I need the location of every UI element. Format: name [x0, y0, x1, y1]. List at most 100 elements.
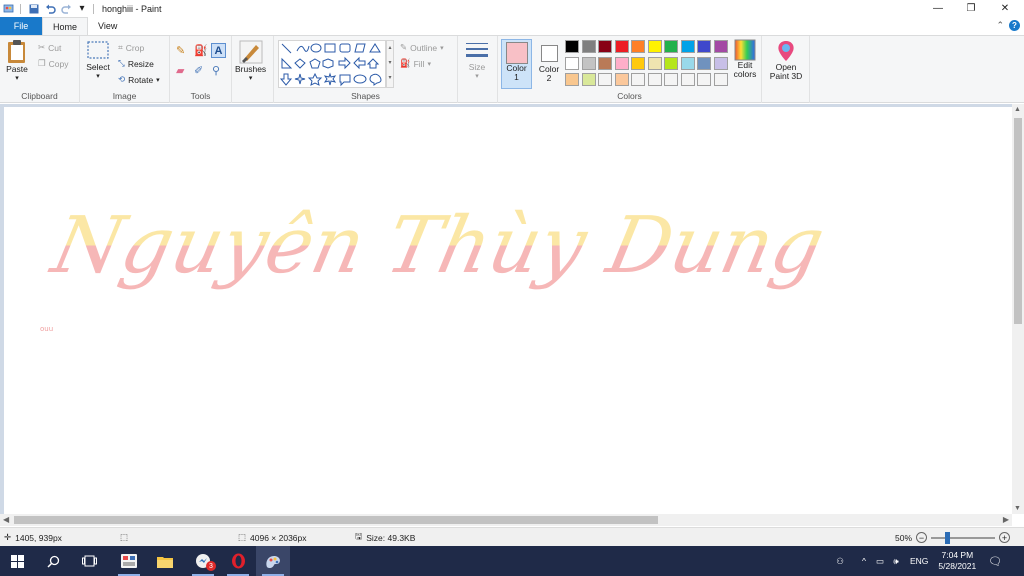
palette-swatch[interactable]: [647, 56, 662, 70]
fill-button[interactable]: ⛽ Fill ▾: [400, 58, 431, 69]
cut-button[interactable]: ✂ Cut: [38, 42, 61, 53]
paint-app-icon[interactable]: [2, 3, 16, 15]
scissors-icon: ✂: [38, 42, 46, 52]
text-tool-icon[interactable]: A: [211, 43, 226, 58]
palette-swatch[interactable]: [697, 73, 711, 86]
zoom-out-icon[interactable]: −: [916, 532, 928, 543]
horizontal-scroll-thumb[interactable]: [14, 516, 658, 524]
tab-file[interactable]: File: [0, 17, 42, 35]
chevron-up-icon[interactable]: ^: [856, 556, 872, 566]
color1-button[interactable]: Color 1: [501, 39, 532, 89]
palette-swatch[interactable]: [614, 56, 629, 70]
quick-access-dropdown-icon[interactable]: ▾: [75, 3, 89, 15]
rotate-button[interactable]: ⟲ Rotate ▾: [118, 74, 160, 85]
redo-icon[interactable]: [59, 3, 73, 15]
minimize-button[interactable]: —: [921, 0, 955, 17]
maximize-button[interactable]: ❐: [954, 0, 988, 17]
edit-colors-button[interactable]: Edit colors: [731, 39, 759, 79]
tab-view[interactable]: View: [88, 17, 127, 35]
zoom-slider-thumb[interactable]: [945, 531, 951, 544]
taskbar-paint[interactable]: [256, 546, 290, 576]
zoom-in-icon[interactable]: +: [999, 532, 1011, 543]
palette-swatch[interactable]: [565, 56, 579, 70]
palette-swatch[interactable]: [647, 40, 662, 53]
select-button[interactable]: Select ▾: [86, 39, 110, 81]
eraser-icon[interactable]: ▰: [176, 64, 184, 77]
help-icon[interactable]: ?: [1009, 20, 1020, 31]
palette-swatch[interactable]: [713, 40, 728, 53]
size-button[interactable]: Size ▾: [465, 39, 489, 81]
palette-swatch[interactable]: [598, 56, 612, 70]
palette-swatch[interactable]: [647, 73, 662, 86]
collapse-ribbon-icon[interactable]: ⌃: [996, 20, 1004, 31]
palette-swatch[interactable]: [680, 73, 695, 86]
task-view-button[interactable]: [72, 546, 106, 576]
scroll-right-icon[interactable]: ▶: [1003, 515, 1009, 524]
crop-label: Crop: [125, 42, 145, 53]
vertical-scrollbar[interactable]: ▲ ▼: [1012, 104, 1024, 514]
undo-icon[interactable]: [43, 3, 57, 15]
palette-swatch[interactable]: [565, 40, 579, 53]
palette-swatch[interactable]: [631, 56, 645, 70]
palette-swatch[interactable]: [631, 73, 645, 86]
palette-swatch[interactable]: [713, 56, 728, 70]
palette-swatch[interactable]: [664, 40, 678, 53]
scroll-down-icon[interactable]: ▼: [1014, 505, 1021, 512]
color2-swatch: [540, 45, 558, 62]
taskbar-opera[interactable]: [221, 546, 255, 576]
palette-swatch[interactable]: [664, 73, 678, 86]
palette-swatch[interactable]: [614, 40, 629, 53]
notification-center-icon[interactable]: 🗨: [988, 555, 1002, 568]
horizontal-scrollbar[interactable]: ◀ ▶: [0, 514, 1012, 526]
select-label: Select: [86, 62, 110, 72]
palette-swatch[interactable]: [697, 40, 711, 53]
battery-icon[interactable]: ▭: [872, 556, 888, 567]
outline-button[interactable]: ✎ Outline ▾: [400, 42, 444, 53]
open-paint3d-button[interactable]: Open Paint 3D: [766, 39, 806, 81]
palette-swatch[interactable]: [598, 40, 612, 53]
cursor-position: ✛ 1405, 939px: [4, 528, 62, 547]
palette-swatch[interactable]: [680, 56, 695, 70]
shapes-scroll[interactable]: ▴ ▾ ▾: [386, 40, 394, 88]
volume-icon[interactable]: 🕪: [888, 556, 904, 567]
crop-button[interactable]: ⌗ Crop: [118, 42, 144, 53]
scroll-up-icon[interactable]: ▲: [1014, 106, 1021, 113]
save-icon[interactable]: [27, 3, 41, 15]
people-icon[interactable]: ⚇: [830, 556, 850, 567]
clock[interactable]: 7:04 PM 5/28/2021: [938, 550, 976, 572]
tab-home[interactable]: Home: [42, 17, 89, 35]
language-indicator[interactable]: ENG: [910, 556, 928, 566]
taskbar-file-explorer[interactable]: [148, 546, 182, 576]
paste-button[interactable]: Paste ▾: [6, 39, 28, 83]
palette-swatch[interactable]: [631, 40, 645, 53]
magnifier-icon[interactable]: ⚲: [212, 64, 220, 77]
fill-bucket-icon[interactable]: ⛽: [194, 44, 208, 57]
opera-icon: [231, 553, 245, 569]
pencil-icon[interactable]: ✎: [176, 44, 185, 57]
vertical-scroll-thumb[interactable]: [1014, 118, 1022, 324]
taskbar-app-gallery[interactable]: [112, 546, 146, 576]
zoom-slider[interactable]: [931, 531, 996, 544]
drawing-canvas[interactable]: Nguyên Thùy Dung ouu: [4, 107, 1012, 514]
shapes-gallery[interactable]: [278, 40, 386, 88]
color2-button[interactable]: Color 2: [535, 39, 563, 83]
close-button[interactable]: ✕: [988, 0, 1022, 17]
palette-swatch[interactable]: [680, 40, 695, 53]
palette-swatch[interactable]: [581, 56, 596, 70]
search-button[interactable]: [36, 546, 70, 576]
brushes-button[interactable]: Brushes ▾: [235, 39, 266, 83]
palette-swatch[interactable]: [565, 73, 579, 86]
taskbar-messenger[interactable]: 3: [186, 546, 220, 576]
palette-swatch[interactable]: [598, 73, 612, 86]
start-button[interactable]: [0, 546, 34, 576]
resize-button[interactable]: ⤡ Resize: [118, 58, 154, 69]
copy-button[interactable]: ❐ Copy: [38, 58, 68, 69]
palette-swatch[interactable]: [614, 73, 629, 86]
scroll-left-icon[interactable]: ◀: [3, 515, 9, 524]
palette-swatch[interactable]: [581, 73, 596, 86]
palette-swatch[interactable]: [697, 56, 711, 70]
palette-swatch[interactable]: [664, 56, 678, 70]
palette-swatch[interactable]: [581, 40, 596, 53]
palette-swatch[interactable]: [713, 73, 728, 86]
color-picker-icon[interactable]: ✐: [194, 64, 203, 77]
